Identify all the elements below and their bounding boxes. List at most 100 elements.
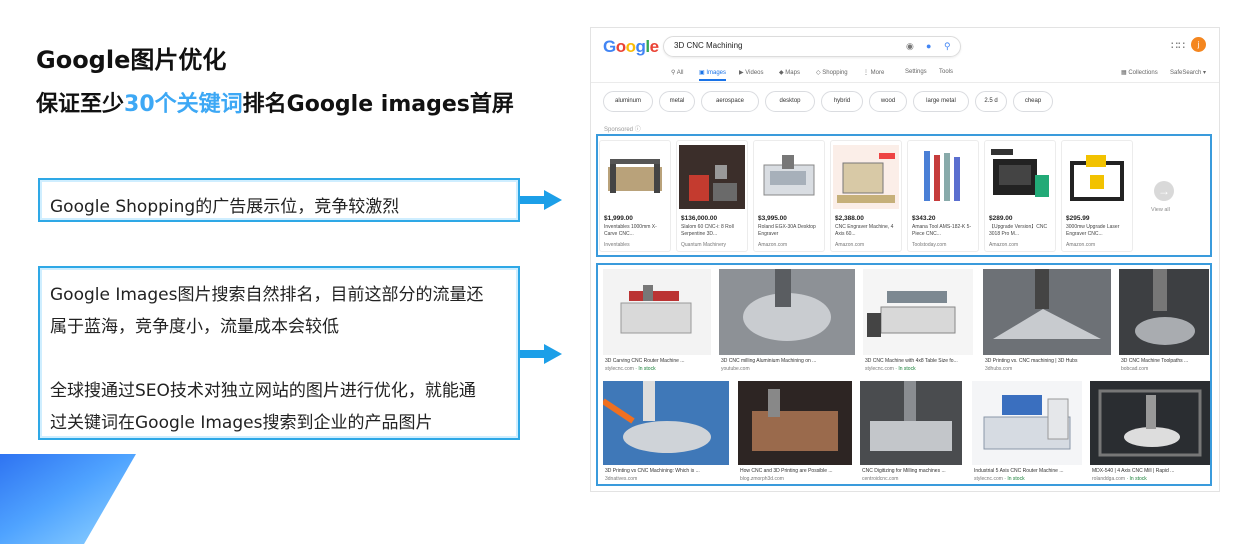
result-caption: 3D CNC milling Aluminium Machining on ..… xyxy=(721,358,817,364)
result-caption: Industrial 5 Axis CNC Router Machine ... xyxy=(974,468,1064,474)
chip[interactable]: cheap xyxy=(1013,91,1053,112)
chip[interactable]: wood xyxy=(869,91,907,112)
chip[interactable]: aluminum xyxy=(603,91,653,112)
google-logo[interactable]: Google xyxy=(603,37,659,57)
tab-more[interactable]: ⋮ More xyxy=(863,69,884,76)
images-callout-line: 全球搜通过SEO技术对独立网站的图片进行优化，就能通 xyxy=(50,381,476,401)
images-callout-line: 过关键词在Google Images搜索到企业的产品图片 xyxy=(50,413,433,433)
chip[interactable]: large metal xyxy=(913,91,969,112)
result-source: bobcad.com xyxy=(1121,366,1149,372)
result-caption: 3D Printing vs CNC Machining: Which is .… xyxy=(605,468,700,474)
view-all-arrow-icon[interactable]: → xyxy=(1154,181,1174,201)
result-caption: 3D CNC Machine Toolpaths ... xyxy=(1121,358,1189,364)
product-image xyxy=(1070,155,1124,201)
subtitle-pre: 保证至少 xyxy=(36,92,125,117)
shopping-card[interactable]: $289.00 【Upgrade Version】CNC 3018 Pro M.… xyxy=(984,140,1056,252)
result-caption: MDX-540 | 4 Axis CNC Mill | Rapid ... xyxy=(1092,468,1175,474)
apps-grid-icon[interactable]: ∷∷ xyxy=(1171,39,1185,52)
tab-tools[interactable]: Tools xyxy=(939,69,953,75)
chip[interactable]: 2.5 d xyxy=(975,91,1007,112)
product-image xyxy=(924,151,960,201)
product-image xyxy=(833,145,899,209)
search-input[interactable]: 3D CNC Machining ◉ ● ⚲ xyxy=(663,36,961,57)
tab-images[interactable]: ▣ Images xyxy=(699,69,727,81)
tab-shopping[interactable]: ◇ Shopping xyxy=(816,69,848,76)
result-source: rolanddga.com · In stock xyxy=(1092,476,1147,482)
tab-all[interactable]: ⚲ All xyxy=(671,69,683,76)
search-tabs: ⚲ All ▣ Images ▶ Videos ◆ Maps ◇ Shoppin… xyxy=(591,67,1219,83)
shopping-card[interactable]: $136,000.00 Slalom 60 CNC-i: 8 Roll Serp… xyxy=(676,140,748,252)
result-source: blog.zmorph3d.com xyxy=(740,476,784,482)
shopping-callout-text: Google Shopping的广告展示位，竞争较激烈 xyxy=(50,197,400,217)
product-name: 3000mw Upgrade Laser Engraver CNC... xyxy=(1066,224,1120,237)
camera-icon[interactable]: ◉ xyxy=(906,41,914,52)
product-name: CNC Engraver Machine, 4 Axis 60... xyxy=(835,224,894,237)
avatar[interactable]: j xyxy=(1191,37,1206,52)
product-store: Quantum Machinery xyxy=(681,242,727,248)
chip[interactable]: desktop xyxy=(765,91,815,112)
safesearch-toggle[interactable]: SafeSearch ▾ xyxy=(1170,69,1206,76)
chip[interactable]: metal xyxy=(659,91,695,112)
shopping-card[interactable]: $295.99 3000mw Upgrade Laser Engraver CN… xyxy=(1061,140,1133,252)
result-image xyxy=(1090,381,1210,465)
product-price: $295.99 xyxy=(1066,215,1090,222)
images-callout-line: 属于蓝海，竞争度小，流量成本会较低 xyxy=(50,317,339,337)
subtitle-post: 排名Google images首屏 xyxy=(242,92,514,117)
arrow-right-icon xyxy=(520,190,562,210)
product-name: Slalom 60 CNC-i: 8 Roll Serpentine 3D... xyxy=(681,224,734,237)
result-source: youtube.com xyxy=(721,366,750,372)
product-price: $289.00 xyxy=(989,215,1013,222)
product-name: Amana Tool AMS-182-K 5-Piece CNC... xyxy=(912,224,972,237)
result-image xyxy=(863,269,973,355)
result-image xyxy=(972,381,1082,465)
result-image xyxy=(719,269,855,355)
product-store: Amazon.com xyxy=(1066,242,1096,248)
images-callout-line: Google Images图片搜索自然排名，目前这部分的流量还 xyxy=(50,285,484,305)
shopping-ads-frame: $1,999.00 Inventables 1000mm X-Carve CNC… xyxy=(596,134,1212,257)
product-image xyxy=(679,145,745,209)
corner-decoration xyxy=(0,454,136,544)
product-name: Inventables 1000mm X-Carve CNC... xyxy=(604,224,657,237)
view-all-link[interactable]: View all xyxy=(1151,207,1170,213)
product-name: 【Upgrade Version】CNC 3018 Pro M... xyxy=(989,224,1048,237)
result-caption: 3D Carving CNC Router Machine ... xyxy=(605,358,685,364)
result-source: centroidcnc.com xyxy=(862,476,899,482)
product-price: $1,999.00 xyxy=(604,215,633,222)
chip[interactable]: hybrid xyxy=(821,91,863,112)
product-price: $3,995.00 xyxy=(758,215,787,222)
result-image xyxy=(603,269,711,355)
collections-link[interactable]: ▦ Collections xyxy=(1121,69,1158,76)
result-caption: How CNC and 3D Printing are Possible ... xyxy=(740,468,833,474)
shopping-card[interactable]: $343.20 Amana Tool AMS-182-K 5-Piece CNC… xyxy=(907,140,979,252)
product-store: Amazon.com xyxy=(989,242,1019,248)
slide-subtitle: 保证至少30个关键词排名Google images首屏 xyxy=(36,86,514,118)
shopping-card[interactable]: $3,995.00 Roland EGX-30A Desktop Engrave… xyxy=(753,140,825,252)
slide-title: Google图片优化 xyxy=(36,46,227,74)
product-price: $136,000.00 xyxy=(681,215,718,222)
images-callout-box: Google Images图片搜索自然排名，目前这部分的流量还 属于蓝海，竞争度… xyxy=(38,266,520,440)
tab-settings[interactable]: Settings xyxy=(905,69,927,75)
product-store: Toolstoday.com xyxy=(912,242,947,248)
result-image xyxy=(983,269,1111,355)
related-chips: aluminum metal aerospace desktop hybrid … xyxy=(603,91,1213,113)
shopping-card[interactable]: $1,999.00 Inventables 1000mm X-Carve CNC… xyxy=(599,140,671,252)
result-caption: 3D Printing vs. CNC machining | 3D Hubs xyxy=(985,358,1078,364)
tab-videos[interactable]: ▶ Videos xyxy=(739,69,764,76)
product-name: Roland EGX-30A Desktop Engraver xyxy=(758,224,816,237)
subtitle-highlight: 30个关键词 xyxy=(124,92,243,117)
result-image xyxy=(860,381,962,465)
google-images-screenshot: Google 3D CNC Machining ◉ ● ⚲ ∷∷ j ⚲ All… xyxy=(590,27,1220,492)
product-image xyxy=(608,159,662,193)
result-image xyxy=(1119,269,1209,355)
result-source: 3dnatives.com xyxy=(605,476,638,482)
microphone-icon[interactable]: ● xyxy=(926,41,931,51)
product-image xyxy=(763,155,815,196)
product-store: Inventables xyxy=(604,242,630,248)
search-icon[interactable]: ⚲ xyxy=(944,41,951,52)
chip[interactable]: aerospace xyxy=(701,91,759,112)
tab-maps[interactable]: ◆ Maps xyxy=(779,69,800,76)
shopping-card[interactable]: $2,388.00 CNC Engraver Machine, 4 Axis 6… xyxy=(830,140,902,252)
shopping-callout-box: Google Shopping的广告展示位，竞争较激烈 xyxy=(38,178,520,222)
result-image xyxy=(738,381,852,465)
result-source: stylecnc.com · In stock xyxy=(974,476,1025,482)
